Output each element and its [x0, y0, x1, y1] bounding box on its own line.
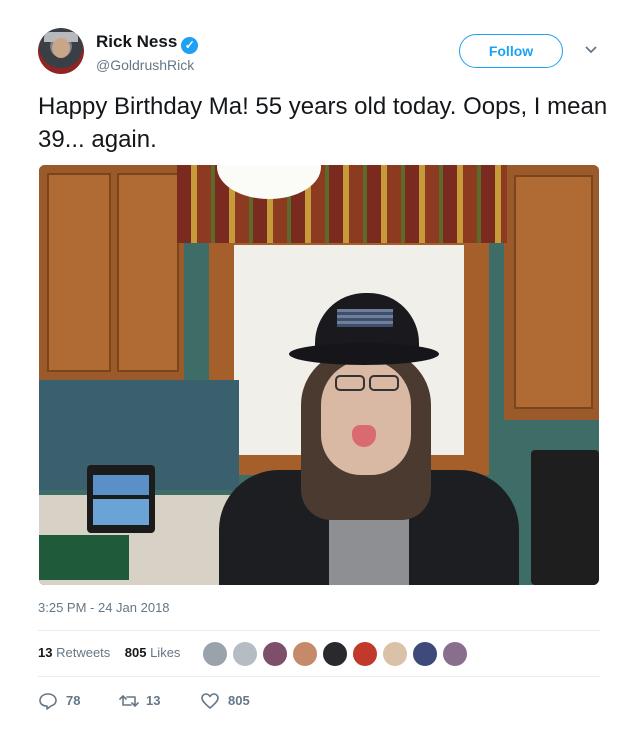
retweet-button[interactable]: 13: [118, 690, 178, 712]
user-handle[interactable]: @GoldrushRick: [96, 57, 194, 73]
retweets-stat[interactable]: 13 Retweets: [38, 645, 110, 660]
tweet-timestamp[interactable]: 3:25 PM - 24 Jan 2018: [38, 600, 170, 615]
avatar[interactable]: [232, 641, 258, 667]
reply-count: 78: [66, 693, 81, 708]
avatar[interactable]: [202, 641, 228, 667]
retweet-icon: [119, 695, 139, 707]
likes-stat[interactable]: 805 Likes: [125, 645, 181, 660]
tweet-actions: 78 13 805: [38, 690, 338, 712]
heart-icon: [201, 693, 219, 709]
avatar[interactable]: [262, 641, 288, 667]
chevron-down-icon[interactable]: [582, 40, 600, 58]
avatar[interactable]: [382, 641, 408, 667]
divider: [38, 630, 600, 631]
like-button[interactable]: 805: [200, 690, 260, 712]
avatar[interactable]: [352, 641, 378, 667]
tweet-stats: 13 Retweets 805 Likes: [38, 645, 180, 660]
avatar[interactable]: [322, 641, 348, 667]
divider: [38, 676, 600, 677]
verified-badge-icon: ✓: [181, 37, 199, 54]
avatar[interactable]: [442, 641, 468, 667]
tweet-photo[interactable]: [39, 165, 599, 585]
tweet-header: Rick Ness ✓ @GoldrushRick Follow: [38, 28, 618, 80]
retweet-count: 13: [146, 693, 161, 708]
follow-button[interactable]: Follow: [459, 34, 563, 68]
avatar[interactable]: [38, 28, 84, 74]
like-count: 805: [228, 693, 250, 708]
user-name-row[interactable]: Rick Ness ✓: [96, 32, 199, 54]
avatar[interactable]: [412, 641, 438, 667]
avatar[interactable]: [292, 641, 318, 667]
tweet-text: Happy Birthday Ma! 55 years old today. O…: [38, 93, 608, 153]
reply-icon: [39, 693, 57, 710]
user-name[interactable]: Rick Ness: [96, 32, 177, 51]
reply-button[interactable]: 78: [38, 690, 98, 712]
